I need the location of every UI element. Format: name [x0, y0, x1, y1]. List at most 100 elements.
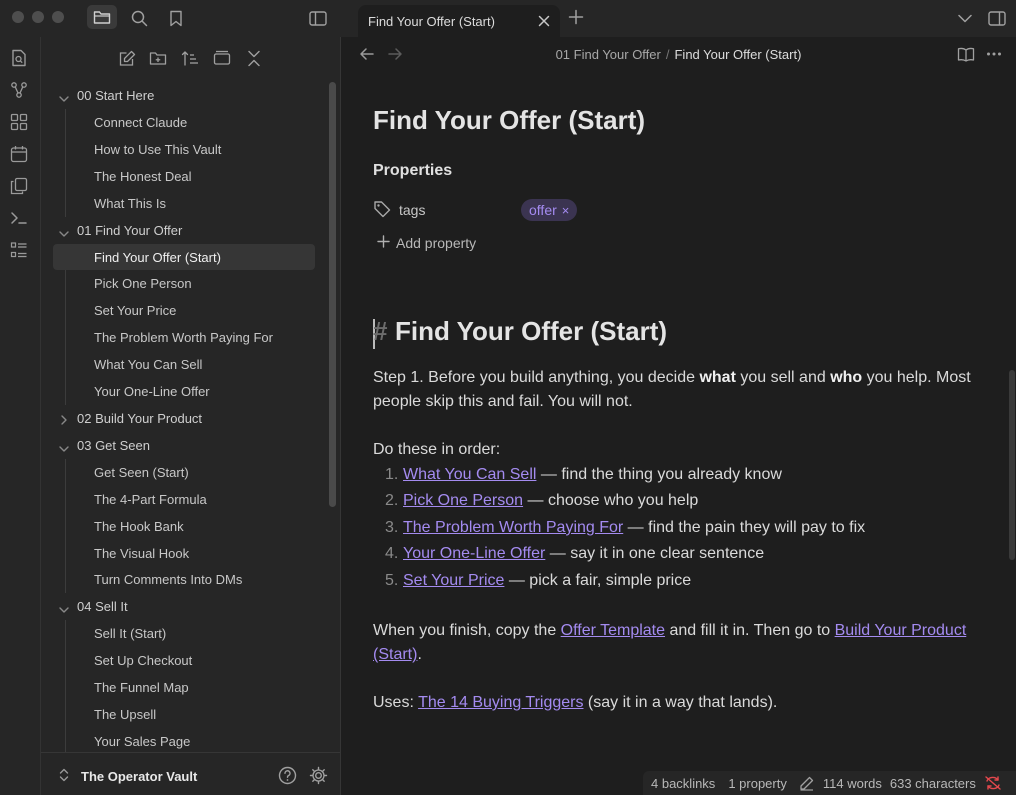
pencil-icon[interactable]	[799, 776, 814, 791]
tree-file[interactable]: Get Seen (Start)	[53, 458, 315, 486]
note-content[interactable]: Find Your Offer (Start) Properties tags …	[373, 105, 973, 715]
list-item: 3. The Problem Worth Paying For — find th…	[373, 515, 973, 541]
tree-file[interactable]: What This Is	[53, 189, 315, 217]
internal-link[interactable]: Offer Template	[561, 622, 665, 639]
word-count[interactable]: 114 words	[823, 776, 882, 791]
tree-file-label: Get Seen (Start)	[94, 464, 189, 480]
property-key[interactable]: tags	[399, 202, 425, 218]
internal-link[interactable]: Set Your Price	[403, 572, 504, 589]
new-tab-icon[interactable]	[568, 9, 584, 30]
minimize-window-button[interactable]	[32, 11, 44, 23]
close-icon[interactable]	[538, 14, 550, 32]
terminal-icon[interactable]	[9, 208, 29, 228]
tree-file-label: What You Can Sell	[94, 357, 203, 373]
add-property-label: Add property	[396, 235, 477, 251]
sidebar-scrollbar[interactable]	[329, 82, 336, 507]
tree-file-label: Pick One Person	[94, 276, 192, 292]
properties-count[interactable]: 1 property	[728, 776, 787, 791]
new-note-icon[interactable]	[117, 49, 137, 67]
tree-file-label: The Problem Worth Paying For	[94, 330, 273, 346]
tree-folder[interactable]: 02 Build Your Product	[53, 405, 315, 432]
sort-icon[interactable]	[180, 49, 200, 67]
auto-reveal-icon[interactable]	[212, 49, 232, 67]
folder-icon[interactable]	[87, 5, 117, 29]
order-lead: Do these in order:	[373, 441, 501, 458]
chevron-down-icon[interactable]	[956, 9, 974, 27]
editor-scrollbar[interactable]	[1009, 370, 1015, 560]
close-window-button[interactable]	[12, 11, 24, 23]
tree-file[interactable]: Your Sales Page	[53, 727, 315, 752]
property-row-tags[interactable]: tags offer ×	[373, 194, 973, 228]
text-run: (say it in a way that lands).	[583, 694, 778, 712]
tree-folder[interactable]: 03 Get Seen	[53, 432, 315, 459]
tree-file-label: The Upsell	[94, 706, 157, 722]
toggle-right-sidebar-icon[interactable]	[987, 8, 1007, 28]
inline-title[interactable]: Find Your Offer (Start)	[373, 105, 973, 145]
breadcrumb-current[interactable]: Find Your Offer (Start)	[674, 47, 801, 62]
toggle-left-sidebar-icon[interactable]	[308, 8, 328, 28]
internal-link[interactable]: What You Can Sell	[403, 466, 536, 483]
tree-file[interactable]: The Funnel Map	[53, 674, 315, 701]
breadcrumb-folder[interactable]: 01 Find Your Offer	[556, 47, 661, 62]
heading-1[interactable]: # Find Your Offer (Start)	[373, 316, 973, 352]
bookmark-icon[interactable]	[167, 8, 185, 28]
tree-file[interactable]: The 4-Part Formula	[53, 485, 315, 513]
graph-view-icon[interactable]	[9, 80, 29, 100]
zoom-window-button[interactable]	[52, 11, 64, 23]
collapse-all-icon[interactable]	[244, 49, 264, 67]
tree-file-label: Find Your Offer (Start)	[94, 249, 221, 265]
tree-file[interactable]: Set Up Checkout	[53, 647, 315, 675]
internal-link[interactable]: The 14 Buying Triggers	[418, 694, 583, 711]
tree-file[interactable]: The Problem Worth Paying For	[53, 324, 315, 352]
tree-folder[interactable]: 01 Find Your Offer	[53, 217, 315, 244]
book-open-icon[interactable]	[957, 47, 975, 67]
tab-find-your-offer[interactable]: Find Your Offer (Start)	[358, 5, 560, 37]
tree-file[interactable]: Your One-Line Offer	[53, 378, 315, 405]
internal-link[interactable]: Your One-Line Offer	[403, 545, 545, 562]
vault-switcher[interactable]: The Operator Vault	[41, 752, 341, 795]
character-count[interactable]: 633 characters	[890, 776, 976, 791]
tree-file[interactable]: Set Your Price	[53, 297, 315, 325]
new-folder-icon[interactable]	[148, 49, 168, 67]
search-icon[interactable]	[129, 8, 149, 28]
sync-error-icon[interactable]	[985, 776, 1001, 790]
tag-remove-icon[interactable]: ×	[562, 203, 570, 218]
tree-file[interactable]: Sell It (Start)	[53, 620, 315, 648]
more-options-icon[interactable]	[986, 47, 1002, 66]
internal-link[interactable]: Pick One Person	[403, 492, 523, 509]
tree-file[interactable]: The Visual Hook	[53, 539, 315, 567]
gear-icon[interactable]	[309, 766, 328, 790]
add-property-button[interactable]: Add property	[373, 228, 973, 258]
calendar-icon[interactable]	[9, 144, 29, 164]
backlinks-count[interactable]: 4 backlinks	[651, 776, 715, 791]
bold-text: who	[830, 369, 863, 386]
tree-file[interactable]: Connect Claude	[53, 109, 315, 136]
tree-file[interactable]: The Honest Deal	[53, 162, 315, 190]
tree-file-active[interactable]: Find Your Offer (Start)	[53, 243, 315, 271]
tree-folder-label: 01 Find Your Offer	[77, 222, 183, 238]
copy-icon[interactable]	[9, 176, 29, 196]
tree-folder[interactable]: 00 Start Here	[53, 82, 315, 109]
file-explorer: 00 Start Here Connect Claude How to Use …	[41, 37, 341, 795]
tree-file-label: Your One-Line Offer	[94, 383, 210, 399]
tree-file[interactable]: How to Use This Vault	[53, 135, 315, 163]
canvas-icon[interactable]	[9, 112, 29, 132]
tree-file[interactable]: The Hook Bank	[53, 512, 315, 540]
text-run: — say it in one clear sentence	[545, 545, 765, 563]
tag-pill[interactable]: offer ×	[521, 199, 578, 221]
tree-file[interactable]: Pick One Person	[53, 270, 315, 298]
heading-hash: #	[373, 316, 388, 346]
tree-file-label: Set Up Checkout	[94, 653, 193, 669]
tree-file-label: Turn Comments Into DMs	[94, 572, 243, 588]
help-icon[interactable]	[278, 766, 297, 790]
intro-paragraph: Step 1. Before you build anything, you d…	[373, 366, 973, 414]
tree-file[interactable]: What You Can Sell	[53, 351, 315, 378]
tree-file[interactable]: The Upsell	[53, 701, 315, 728]
internal-link[interactable]: The Problem Worth Paying For	[403, 519, 623, 536]
quick-switcher-icon[interactable]	[9, 48, 29, 68]
text-run: — find the pain they will pay to fix	[623, 518, 866, 536]
list-icon[interactable]	[9, 240, 29, 260]
tree-folder[interactable]: 04 Sell It	[53, 593, 315, 620]
tree-file[interactable]: Turn Comments Into DMs	[53, 566, 315, 594]
text-run: Uses:	[373, 694, 419, 712]
